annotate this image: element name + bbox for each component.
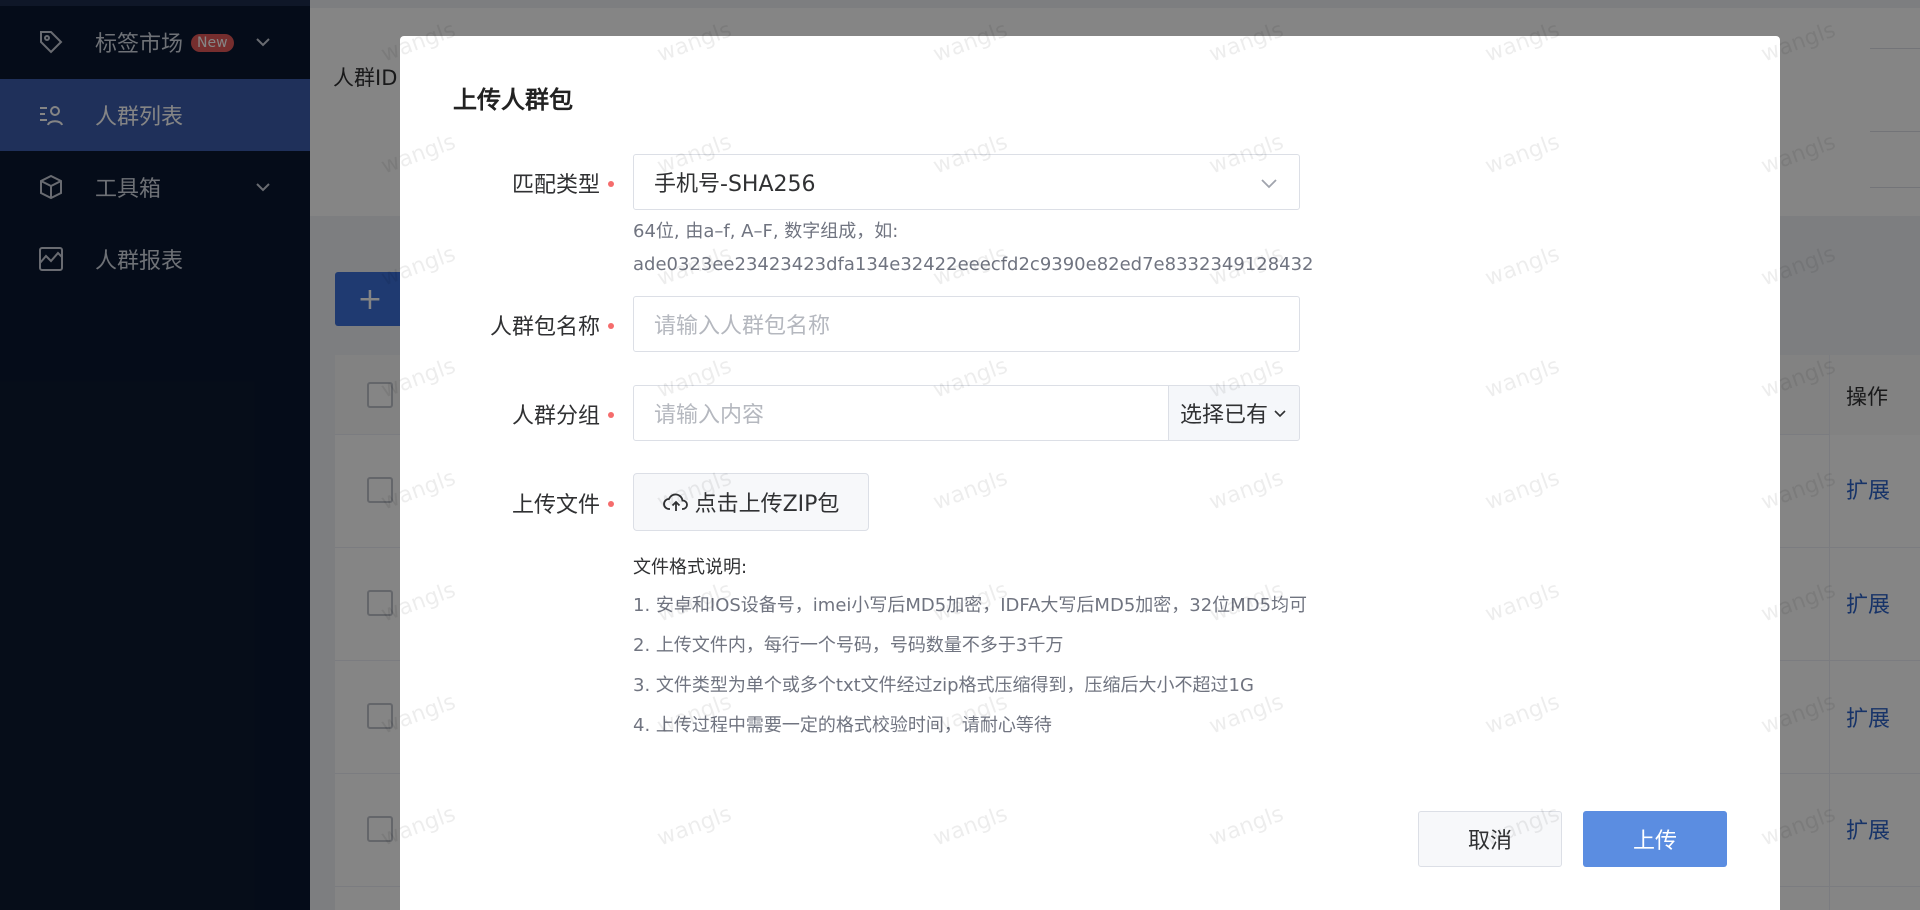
cancel-button[interactable]: 取消: [1418, 811, 1562, 867]
upload-button[interactable]: 上传: [1583, 811, 1727, 867]
cloud-upload-icon: [662, 493, 688, 511]
required-mark: [608, 323, 614, 329]
match-type-hint: 64位, 由a–f, A–F, 数字组成，如:: [633, 221, 899, 242]
select-existing-label: 选择已有: [1179, 403, 1268, 428]
package-name-label: 人群包名称: [489, 315, 600, 340]
required-mark: [608, 412, 614, 418]
upload-zip-label: 点击上传ZIP包: [694, 492, 840, 517]
required-mark: [608, 181, 614, 187]
match-type-value: 手机号-SHA256: [654, 172, 816, 197]
chevron-down-icon: [1274, 410, 1286, 418]
note-item: 2. 上传文件内，每行一个号码，号码数量不多于3千万: [633, 635, 1064, 656]
package-name-input[interactable]: 请输入人群包名称: [633, 296, 1300, 352]
note-item: 4. 上传过程中需要一定的格式校验时间，请耐心等待: [633, 715, 1052, 736]
group-placeholder: 请输入内容: [654, 403, 765, 428]
upload-zip-button[interactable]: 点击上传ZIP包: [633, 473, 869, 531]
package-name-placeholder: 请输入人群包名称: [654, 314, 831, 339]
select-existing-button[interactable]: 选择已有: [1168, 385, 1300, 441]
chevron-down-icon: [1259, 173, 1279, 193]
match-type-label: 匹配类型: [511, 173, 600, 198]
match-type-select[interactable]: 手机号-SHA256: [633, 154, 1300, 210]
notes-title: 文件格式说明:: [633, 557, 748, 578]
note-item: 1. 安卓和IOS设备号，imei小写后MD5加密，IDFA大写后MD5加密，3…: [633, 595, 1308, 616]
group-label: 人群分组: [511, 404, 600, 429]
upload-label: 上传文件: [511, 493, 600, 518]
match-type-example: ade0323ee23423423dfa134e32422eeecfd2c939…: [633, 254, 1314, 275]
required-mark: [608, 501, 614, 507]
upload-crowd-dialog: 上传人群包 匹配类型 手机号-SHA256 64位, 由a–f, A–F, 数字…: [400, 36, 1780, 910]
note-item: 3. 文件类型为单个或多个txt文件经过zip格式压缩得到，压缩后大小不超过1G: [633, 675, 1254, 696]
file-format-notes: 文件格式说明: 1. 安卓和IOS设备号，imei小写后MD5加密，IDFA大写…: [633, 550, 1307, 746]
dialog-title: 上传人群包: [453, 86, 573, 114]
group-input[interactable]: 请输入内容: [633, 385, 1169, 441]
